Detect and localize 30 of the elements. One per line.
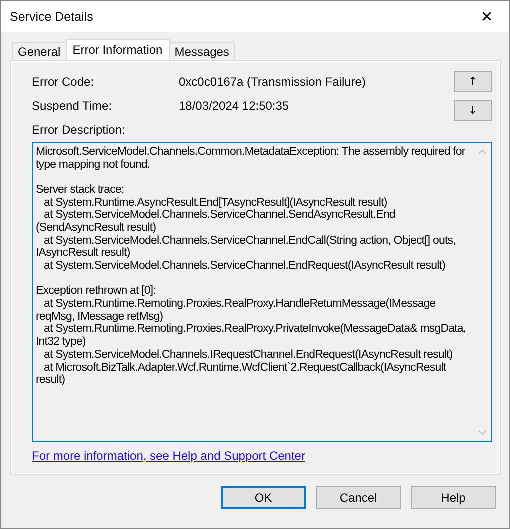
stack-frame: at System.Runtime.AsyncResult.End[TAsyncResult](IAsyncResult result) <box>36 196 472 210</box>
stack-frame: at System.ServiceModel.Channels.IRequestChannel.EndRequest(IAsyncResult result) <box>36 348 472 362</box>
error-text: Exception rethrown at [0]: <box>36 285 158 298</box>
field-label: Suspend Time: <box>32 99 114 115</box>
navigation-button[interactable]: ↑ <box>454 71 492 92</box>
window-title: Service Details <box>10 10 94 24</box>
stack-frame: at System.ServiceModel.Channels.ServiceChannel.SendAsyncResult.End (SendAsyncResult result) <box>36 209 472 235</box>
tab[interactable]: Error Information <box>66 39 170 60</box>
close-button[interactable]: ✕ <box>465 1 509 32</box>
field-label: Error Code: <box>32 75 96 91</box>
scroll-down-icon[interactable] <box>478 430 487 436</box>
field-value: 0xc0c0167a (Transmission Failure) <box>179 75 366 91</box>
dialog-button[interactable]: OK <box>221 486 306 509</box>
dialog-button[interactable]: Help <box>411 486 496 509</box>
error-description-field[interactable] <box>32 142 492 442</box>
scroll-up-icon[interactable] <box>478 149 487 155</box>
stack-frame: at System.Runtime.Remoting.Proxies.RealProxy.PrivateInvoke(MessageData& msgData, Int32 type) <box>36 323 472 349</box>
tab[interactable]: Messages <box>168 42 236 60</box>
field-label: Error Description: <box>32 123 126 137</box>
stack-frame: at System.ServiceModel.Channels.ServiceChannel.EndRequest(IAsyncResult result) <box>36 260 472 273</box>
error-text: Server stack trace: <box>36 184 126 197</box>
stack-frame: at System.Runtime.Remoting.Proxies.RealProxy.HandleReturnMessage(IMessage reqMsg, IMessage retMsg) <box>36 298 472 324</box>
dialog-button[interactable]: Cancel <box>316 486 401 509</box>
stack-frame: at Microsoft.BizTalk.Adapter.Wcf.Runtime.WcfClient`2.RequestCallback(IAsyncResult result) <box>36 362 472 387</box>
stack-frame: at System.ServiceModel.Channels.ServiceChannel.EndCall(String action, Object[] outs, IAsyncResult result) <box>36 234 472 260</box>
help-link[interactable]: For more information, see Help and Support Center <box>32 449 306 463</box>
field-value: 18/03/2024 12:50:35 <box>179 99 290 115</box>
navigation-button[interactable]: ↓ <box>454 100 492 121</box>
tab[interactable]: General <box>12 42 67 60</box>
error-text: Microsoft.ServiceModel.Channels.Common.MetadataException: The assembly required for type mapping not found. <box>36 146 466 172</box>
